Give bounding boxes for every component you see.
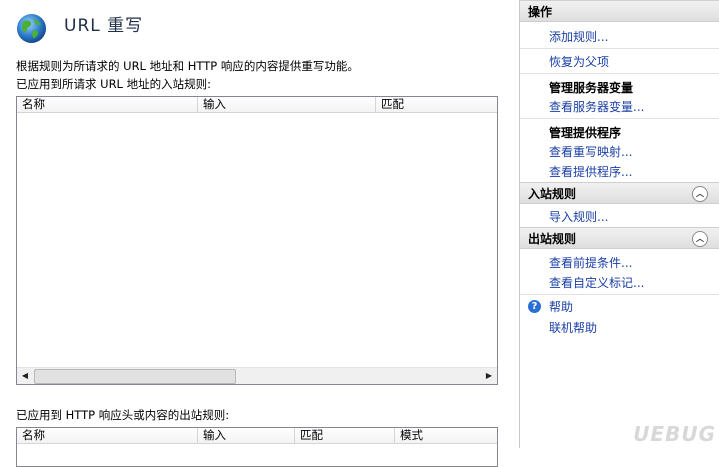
scroll-thumb[interactable] bbox=[34, 369, 236, 384]
column-header-pattern[interactable]: 模式 bbox=[395, 428, 497, 443]
divider bbox=[520, 294, 719, 295]
column-header-input[interactable]: 输入 bbox=[198, 97, 376, 112]
view-providers-link[interactable]: 查看提供程序... bbox=[549, 163, 632, 180]
server-variables-group-title: 管理服务器变量 bbox=[549, 81, 634, 95]
page-description: 根据规则为所请求的 URL 地址和 HTTP 响应的内容提供重写功能。 bbox=[16, 59, 359, 73]
outbound-rules-label: 已应用到 HTTP 响应头或内容的出站规则: bbox=[16, 408, 230, 422]
scroll-left-icon[interactable]: ◀ bbox=[17, 368, 33, 384]
divider bbox=[520, 48, 719, 49]
watermark-logo: UEBUG bbox=[633, 422, 716, 446]
add-rule-link[interactable]: 添加规则... bbox=[549, 28, 608, 45]
providers-group-title: 管理提供程序 bbox=[549, 126, 622, 140]
import-rules-link[interactable]: 导入规则... bbox=[549, 208, 608, 225]
view-custom-tags-link[interactable]: 查看自定义标记... bbox=[549, 274, 644, 291]
scroll-right-icon[interactable]: ▶ bbox=[481, 368, 497, 384]
column-header-match[interactable]: 匹配 bbox=[295, 428, 395, 443]
outbound-rules-grid[interactable]: 名称 输入 匹配 模式 bbox=[16, 427, 498, 467]
inbound-rules-section-title: 入站规则 bbox=[528, 187, 577, 201]
column-header-name[interactable]: 名称 bbox=[17, 97, 198, 112]
view-preconditions-link[interactable]: 查看前提条件... bbox=[549, 254, 632, 271]
outbound-rules-section-title: 出站规则 bbox=[528, 232, 577, 246]
help-link[interactable]: 帮助 bbox=[549, 298, 573, 315]
actions-header: 操作 bbox=[520, 0, 719, 22]
help-icon: ? bbox=[528, 300, 541, 313]
outbound-rules-section-header[interactable]: 出站规则 ︿ bbox=[520, 227, 719, 249]
divider bbox=[520, 118, 719, 119]
view-rewrite-maps-link[interactable]: 查看重写映射... bbox=[549, 143, 632, 160]
view-server-variables-link[interactable]: 查看服务器变量... bbox=[549, 98, 644, 115]
column-header-input[interactable]: 输入 bbox=[198, 428, 295, 443]
collapse-up-icon[interactable]: ︿ bbox=[692, 231, 708, 247]
revert-to-parent-link[interactable]: 恢复为父项 bbox=[549, 53, 609, 70]
inbound-rules-section-header[interactable]: 入站规则 ︿ bbox=[520, 182, 719, 204]
divider bbox=[520, 73, 719, 74]
inbound-rules-grid[interactable]: 名称 输入 匹配 ◀ ▶ bbox=[16, 96, 498, 385]
column-header-match[interactable]: 匹配 bbox=[376, 97, 497, 112]
page-title: URL 重写 bbox=[64, 16, 144, 36]
inbound-horizontal-scrollbar[interactable]: ◀ ▶ bbox=[17, 367, 497, 384]
globe-icon bbox=[16, 13, 47, 44]
column-header-name[interactable]: 名称 bbox=[17, 428, 198, 443]
online-help-link[interactable]: 联机帮助 bbox=[549, 319, 597, 336]
inbound-grid-header: 名称 输入 匹配 bbox=[17, 97, 497, 113]
actions-pane: 操作 添加规则... 恢复为父项 管理服务器变量 查看服务器变量... 管理提供… bbox=[519, 0, 719, 448]
outbound-grid-header: 名称 输入 匹配 模式 bbox=[17, 428, 497, 444]
collapse-up-icon[interactable]: ︿ bbox=[692, 186, 708, 202]
inbound-rules-label: 已应用到所请求 URL 地址的入站规则: bbox=[16, 77, 211, 91]
main-pane: URL 重写 根据规则为所请求的 URL 地址和 HTTP 响应的内容提供重写功… bbox=[0, 0, 517, 467]
